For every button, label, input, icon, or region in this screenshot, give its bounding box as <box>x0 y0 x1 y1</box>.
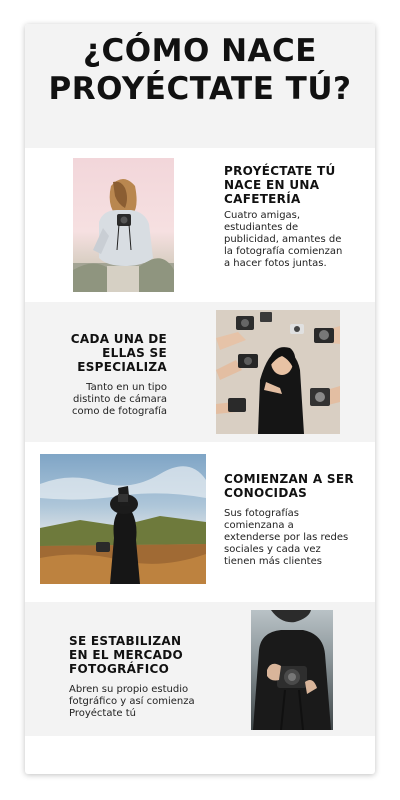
woman-holding-camera-photo <box>251 610 333 730</box>
section-heading: CADA UNA DE ELLAS SE ESPECIALIZA <box>70 332 167 374</box>
section-especializa: CADA UNA DE ELLAS SE ESPECIALIZA Tanto e… <box>25 302 375 442</box>
section-text: Cuatro amigas, estudiantes de publicidad… <box>224 210 343 269</box>
header: ¿CÓMO NACE PROYÉCTATE TÚ? <box>25 24 375 148</box>
section-cafeteria: PROYÉCTATE TÚ NACE EN UNA CAFETERÍA Cuat… <box>25 148 375 302</box>
page-title: ¿CÓMO NACE PROYÉCTATE TÚ? <box>48 33 352 107</box>
section-heading: PROYÉCTATE TÚ NACE EN UNA CAFETERÍA <box>224 164 336 206</box>
section-text: Abren su propio estudio fotgráfico y así… <box>69 684 195 719</box>
section-heading: COMIENZAN A SER CONOCIDAS <box>224 472 354 500</box>
hands-holding-cameras-photo <box>216 310 340 434</box>
section-mercado: SE ESTABILIZAN EN EL MERCADO FOTOGRÁFICO… <box>25 602 375 736</box>
section-heading: SE ESTABILIZAN EN EL MERCADO FOTOGRÁFICO <box>69 634 183 676</box>
section-text: Sus fotografías comienzana a extenderse … <box>224 508 349 567</box>
woman-photographing-sky-photo <box>40 454 206 584</box>
infographic-card: ¿CÓMO NACE PROYÉCTATE TÚ? PROYÉCTATE TÚ … <box>25 24 375 774</box>
section-conocidas: COMIENZAN A SER CONOCIDAS Sus fotografía… <box>25 442 375 602</box>
section-text: Tanto en un tipo distinto de cámara como… <box>71 382 167 417</box>
woman-with-camera-photo <box>73 158 174 292</box>
